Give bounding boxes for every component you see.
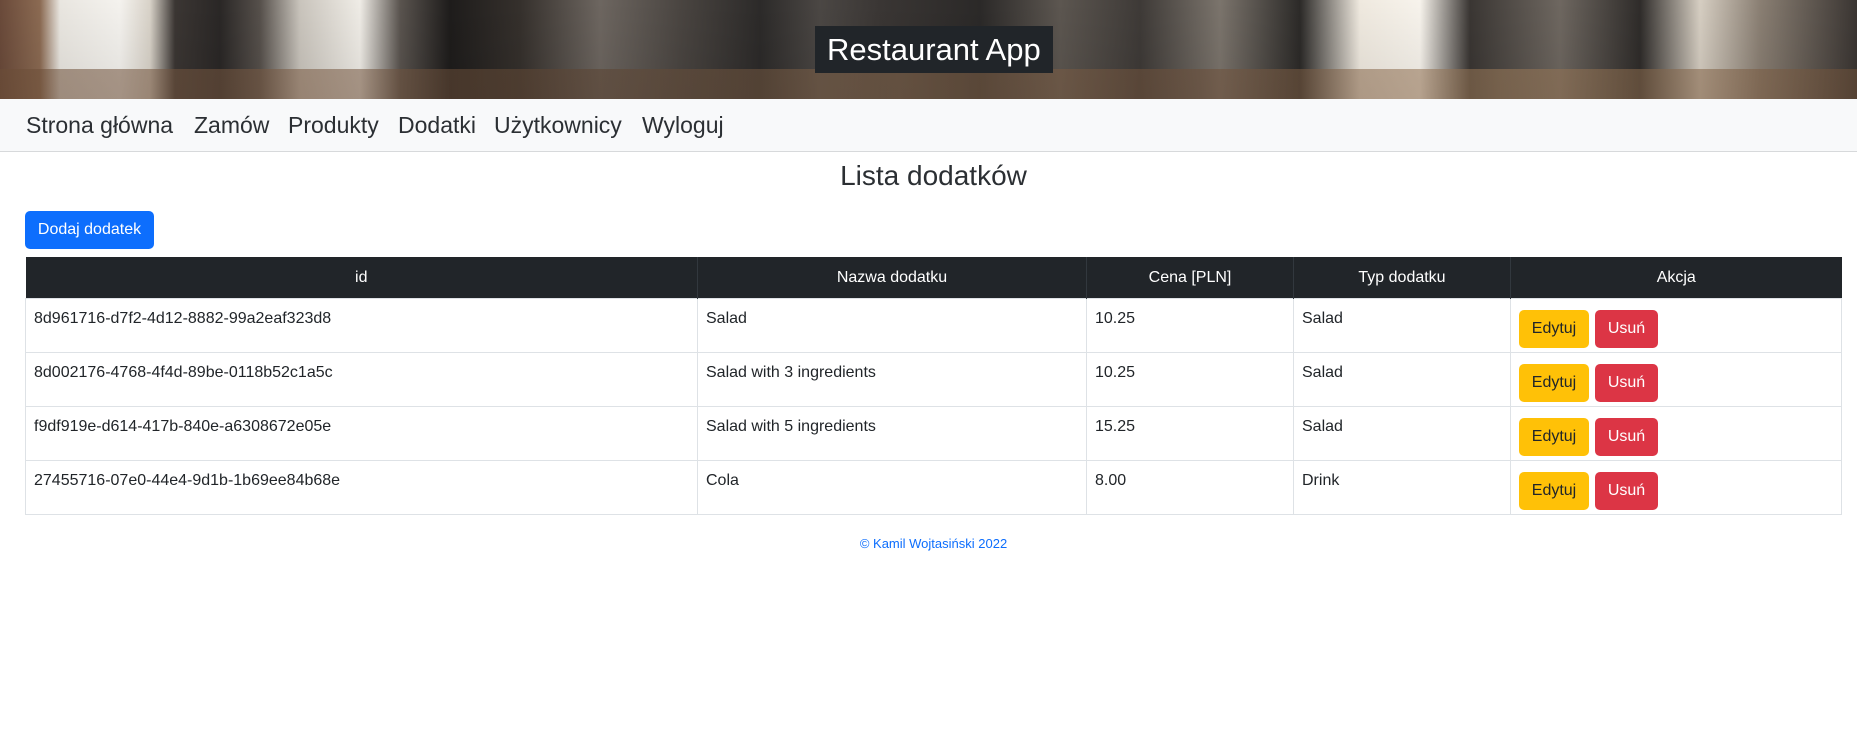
cell-action: Edytuj Usuń [1510,352,1842,407]
column-header-type: Typ dodatku [1293,257,1511,299]
nav-item-home[interactable]: Strona główna [26,112,173,139]
nav-item-logout[interactable]: Wyloguj [642,112,724,139]
header-banner: Restaurant App [0,0,1857,99]
cell-type: Salad [1293,298,1511,353]
delete-button[interactable]: Usuń [1595,418,1658,456]
nav-item-users[interactable]: Użytkownicy [494,112,622,139]
cell-action: Edytuj Usuń [1510,406,1842,461]
column-header-id: id [25,257,698,299]
edit-button[interactable]: Edytuj [1519,364,1589,402]
cell-price: 15.25 [1086,406,1294,461]
cell-price: 10.25 [1086,352,1294,407]
navbar: Strona główna Zamów Produkty Dodatki Uży… [0,99,1857,152]
cell-price: 10.25 [1086,298,1294,353]
edit-button[interactable]: Edytuj [1519,472,1589,510]
add-addon-button[interactable]: Dodaj dodatek [25,211,154,249]
cell-id: 27455716-07e0-44e4-9d1b-1b69ee84b68e [25,460,698,515]
footer-copyright: © Kamil Wojtasiński 2022 [859,536,1008,551]
cell-name: Salad with 3 ingredients [697,352,1087,407]
delete-button[interactable]: Usuń [1595,472,1658,510]
cell-name: Salad with 5 ingredients [697,406,1087,461]
table-header-row: id Nazwa dodatku Cena [PLN] Typ dodatku … [25,257,1842,299]
cell-id: f9df919e-d614-417b-840e-a6308672e05e [25,406,698,461]
cell-id: 8d002176-4768-4f4d-89be-0118b52c1a5c [25,352,698,407]
page-title: Lista dodatków [840,160,1027,191]
nav-item-products[interactable]: Produkty [288,112,379,139]
nav-item-addons[interactable]: Dodatki [398,112,476,139]
cell-action: Edytuj Usuń [1510,298,1842,353]
column-header-name: Nazwa dodatku [697,257,1087,299]
cell-price: 8.00 [1086,460,1294,515]
cell-type: Salad [1293,406,1511,461]
column-header-action: Akcja [1510,257,1842,299]
edit-button[interactable]: Edytuj [1519,310,1589,348]
column-header-price: Cena [PLN] [1086,257,1294,299]
cell-action: Edytuj Usuń [1510,460,1842,515]
cell-type: Drink [1293,460,1511,515]
nav-item-order[interactable]: Zamów [194,112,269,139]
cell-name: Cola [697,460,1087,515]
edit-button[interactable]: Edytuj [1519,418,1589,456]
table-row: 27455716-07e0-44e4-9d1b-1b69ee84b68e Col… [25,460,1842,515]
app-title: Restaurant App [815,26,1053,73]
delete-button[interactable]: Usuń [1595,364,1658,402]
table-row: 8d002176-4768-4f4d-89be-0118b52c1a5c Sal… [25,352,1842,407]
cell-id: 8d961716-d7f2-4d12-8882-99a2eaf323d8 [25,298,698,353]
addons-table: id Nazwa dodatku Cena [PLN] Typ dodatku … [25,257,1842,515]
cell-type: Salad [1293,352,1511,407]
delete-button[interactable]: Usuń [1595,310,1658,348]
table-row: 8d961716-d7f2-4d12-8882-99a2eaf323d8 Sal… [25,298,1842,353]
cell-name: Salad [697,298,1087,353]
table-row: f9df919e-d614-417b-840e-a6308672e05e Sal… [25,406,1842,461]
